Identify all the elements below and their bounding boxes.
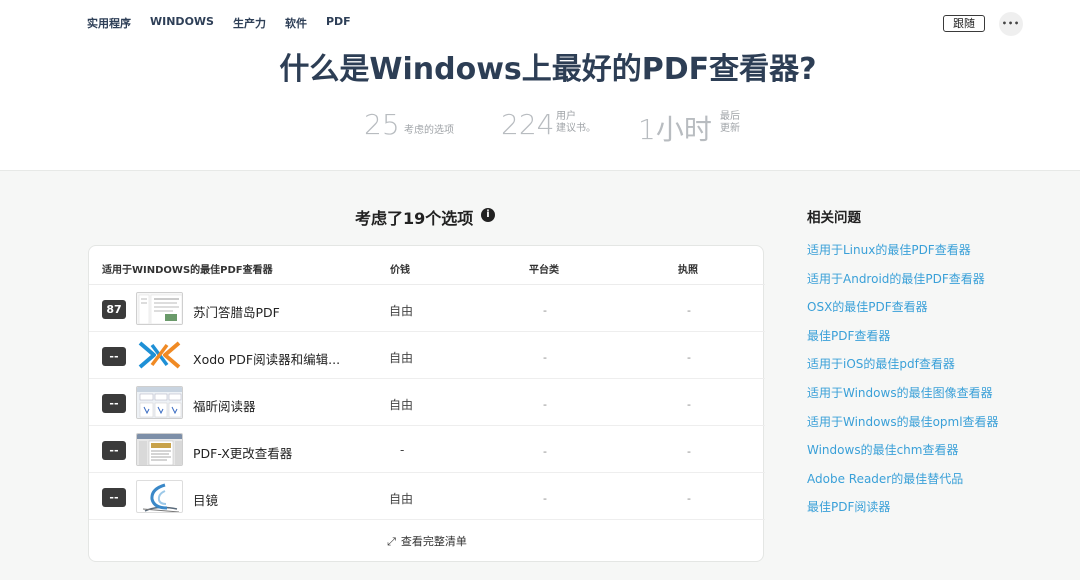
foxit-thumbnail [136, 386, 183, 419]
expand-icon: ⤢ [387, 535, 396, 548]
more-options-button[interactable]: ••• [999, 12, 1023, 36]
score-badge: -- [102, 441, 126, 460]
related-link[interactable]: 适用于Android的最佳PDF查看器 [807, 265, 999, 294]
info-icon[interactable]: i [481, 208, 495, 222]
stat-updated-label-2: 更新 [720, 123, 740, 134]
xodo-logo-icon [136, 339, 183, 372]
row-license: - [687, 304, 691, 317]
row-price: 自由 [389, 492, 414, 506]
row-name[interactable]: Xodo PDF阅读器和编辑... [193, 349, 340, 368]
pdfx-thumbnail [136, 433, 183, 466]
table-header: 适用于WINDOWS的最佳PDF查看器 价钱 平台类 执照 [89, 246, 765, 285]
sumatra-thumbnail [136, 292, 183, 325]
breadcrumb: 实用程序 WINDOWS 生产力 软件 PDF [87, 15, 370, 31]
related-link[interactable]: 适用于iOS的最佳pdf查看器 [807, 350, 999, 379]
row-price: 自由 [389, 351, 414, 365]
stat-recommendations-label-2: 建议书。 [556, 123, 596, 134]
table-row[interactable]: -- PDF-X更改查看器 - - - [89, 426, 765, 473]
score-badge: -- [102, 347, 126, 366]
row-name[interactable]: 福昕阅读器 [193, 396, 256, 415]
column-header-license[interactable]: 执照 [678, 261, 698, 276]
follow-button[interactable]: 跟随 [943, 15, 985, 32]
row-platforms: - [543, 492, 547, 505]
related-link[interactable]: Windows的最佳chm查看器 [807, 436, 999, 465]
breadcrumb-software[interactable]: 软件 [285, 15, 307, 31]
row-platforms: - [543, 398, 547, 411]
ellipsis-icon: ••• [1001, 19, 1021, 28]
score-badge: -- [102, 488, 126, 507]
related-link[interactable]: 适用于Windows的最佳图像查看器 [807, 379, 999, 408]
row-platforms: - [543, 304, 547, 317]
stat-options-label: 考虑的选项 [404, 125, 454, 136]
column-header-platforms[interactable]: 平台类 [529, 261, 559, 276]
row-name[interactable]: PDF-X更改查看器 [193, 443, 292, 462]
row-name[interactable]: 目镜 [193, 490, 218, 509]
row-price: 自由 [389, 304, 414, 318]
related-link[interactable]: 适用于Windows的最佳opml查看器 [807, 408, 999, 437]
breadcrumb-productivity[interactable]: 生产力 [233, 15, 266, 31]
stat-updated-value: 1小时 [638, 113, 712, 146]
table-row[interactable]: -- 福昕阅读器 自由 - - [89, 379, 765, 426]
related-link[interactable]: OSX的最佳PDF查看器 [807, 293, 999, 322]
column-header-name[interactable]: 适用于WINDOWS的最佳PDF查看器 [102, 261, 273, 276]
related-questions-title: 相关问题 [807, 210, 861, 226]
page-title: 什么是Windows上最好的PDF查看器? [279, 52, 817, 87]
options-table-card: 适用于WINDOWS的最佳PDF查看器 价钱 平台类 执照 87 苏门答腊岛PD… [88, 245, 765, 562]
view-full-list-label: 查看完整清单 [400, 535, 467, 548]
table-row[interactable]: 87 苏门答腊岛PDF 自由 - - [89, 285, 765, 332]
row-price: - [400, 443, 405, 457]
row-platforms: - [543, 445, 547, 458]
score-badge: -- [102, 394, 126, 413]
related-link[interactable]: 适用于Linux的最佳PDF查看器 [807, 236, 999, 265]
related-link[interactable]: 最佳PDF阅读器 [807, 493, 999, 522]
score-badge: 87 [102, 300, 126, 319]
breadcrumb-utilities[interactable]: 实用程序 [87, 15, 131, 31]
view-full-list-link[interactable]: ⤢ 查看完整清单 [89, 533, 765, 549]
column-header-price[interactable]: 价钱 [390, 261, 410, 276]
related-link[interactable]: Adobe Reader的最佳替代品 [807, 465, 999, 494]
breadcrumb-windows[interactable]: WINDOWS [150, 15, 214, 31]
options-section-title: 考虑了19个选项 [355, 209, 474, 228]
table-row[interactable]: -- Xodo PDF阅读器和编辑... 自由 - - [89, 332, 765, 379]
stat-updated-label-1: 最后 [720, 111, 740, 122]
row-license: - [687, 445, 691, 458]
table-row[interactable]: -- 目镜 自由 - - [89, 473, 765, 520]
related-questions: 相关问题 适用于Linux的最佳PDF查看器 适用于Android的最佳PDF查… [807, 206, 999, 522]
row-name[interactable]: 苏门答腊岛PDF [193, 302, 280, 321]
row-license: - [687, 492, 691, 505]
related-link[interactable]: 最佳PDF查看器 [807, 322, 999, 351]
row-price: 自由 [389, 398, 414, 412]
stat-recommendations-label-1: 用户 [556, 111, 576, 122]
row-license: - [687, 398, 691, 411]
row-license: - [687, 351, 691, 364]
row-platforms: - [543, 351, 547, 364]
stat-recommendations-value: 224 [501, 108, 555, 141]
okular-logo-icon [136, 480, 183, 513]
breadcrumb-pdf[interactable]: PDF [326, 15, 351, 31]
stats-bar: 25 考虑的选项 224 用户 建议书。 1小时 最后 更新 [0, 108, 1080, 146]
stat-options-value: 25 [364, 108, 400, 141]
page-header: 实用程序 WINDOWS 生产力 软件 PDF 跟随 ••• 什么是Window… [0, 0, 1080, 171]
